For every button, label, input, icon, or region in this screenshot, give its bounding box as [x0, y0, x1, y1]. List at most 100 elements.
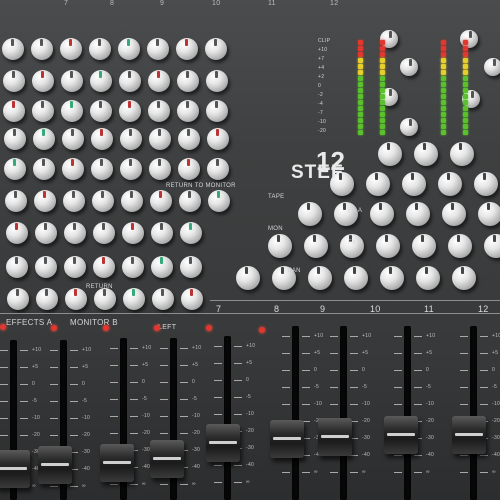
rotary-knob[interactable] [60, 38, 82, 60]
rotary-knob[interactable] [205, 70, 228, 92]
rotary-knob[interactable] [61, 128, 84, 150]
rotary-knob[interactable] [268, 234, 292, 258]
rotary-knob[interactable] [452, 266, 476, 290]
rotary-knob[interactable] [340, 234, 364, 258]
rotary-knob[interactable] [34, 190, 56, 212]
rotary-knob[interactable] [5, 190, 27, 212]
rotary-knob[interactable] [3, 128, 26, 150]
rotary-knob[interactable] [6, 256, 29, 278]
rotary-knob[interactable] [412, 234, 436, 258]
rotary-knob[interactable] [119, 128, 142, 150]
rotary-knob[interactable] [176, 38, 198, 60]
fader-knob[interactable] [38, 446, 72, 484]
rotary-knob[interactable] [93, 256, 116, 278]
rotary-knob[interactable] [236, 266, 260, 290]
fader-knob[interactable] [318, 418, 352, 456]
rotary-knob[interactable] [179, 222, 202, 244]
rotary-knob[interactable] [376, 234, 400, 258]
rotary-knob[interactable] [31, 38, 53, 60]
rotary-knob[interactable] [147, 38, 169, 60]
rotary-knob[interactable] [177, 100, 200, 122]
fader-knob[interactable] [100, 444, 134, 482]
rotary-knob[interactable] [414, 142, 438, 166]
rotary-knob[interactable] [416, 266, 440, 290]
rotary-knob[interactable] [206, 100, 229, 122]
rotary-knob[interactable] [118, 70, 141, 92]
rotary-knob[interactable] [151, 256, 174, 278]
fader-knob[interactable] [0, 450, 30, 488]
rotary-knob[interactable] [63, 222, 86, 244]
rotary-knob[interactable] [150, 222, 173, 244]
rotary-knob[interactable] [406, 202, 430, 226]
rotary-knob[interactable] [400, 118, 418, 136]
rotary-knob[interactable] [4, 158, 27, 180]
rotary-knob[interactable] [177, 128, 200, 150]
rotary-knob[interactable] [61, 100, 84, 122]
rotary-knob[interactable] [400, 58, 418, 76]
rotary-knob[interactable] [484, 58, 500, 76]
rotary-knob[interactable] [92, 222, 115, 244]
rotary-knob[interactable] [438, 172, 462, 196]
rotary-knob[interactable] [5, 222, 28, 244]
rotary-knob[interactable] [34, 222, 57, 244]
rotary-knob[interactable] [91, 158, 114, 180]
rotary-knob[interactable] [334, 202, 358, 226]
rotary-knob[interactable] [35, 288, 58, 310]
rotary-knob[interactable] [298, 202, 322, 226]
rotary-knob[interactable] [63, 190, 85, 212]
rotary-knob[interactable] [370, 202, 394, 226]
rotary-knob[interactable] [119, 100, 142, 122]
rotary-knob[interactable] [64, 256, 87, 278]
rotary-knob[interactable] [380, 266, 404, 290]
rotary-knob[interactable] [89, 38, 111, 60]
rotary-knob[interactable] [484, 234, 500, 258]
rotary-knob[interactable] [366, 172, 390, 196]
rotary-knob[interactable] [151, 288, 174, 310]
rotary-knob[interactable] [62, 158, 85, 180]
rotary-knob[interactable] [31, 70, 54, 92]
rotary-knob[interactable] [33, 158, 56, 180]
rotary-knob[interactable] [64, 288, 87, 310]
fader-knob[interactable] [384, 416, 418, 454]
rotary-knob[interactable] [474, 172, 498, 196]
rotary-knob[interactable] [344, 266, 368, 290]
rotary-knob[interactable] [89, 70, 112, 92]
rotary-knob[interactable] [147, 70, 170, 92]
fader-knob[interactable] [452, 416, 486, 454]
rotary-knob[interactable] [90, 128, 113, 150]
rotary-knob[interactable] [90, 100, 113, 122]
rotary-knob[interactable] [35, 256, 58, 278]
rotary-knob[interactable] [6, 288, 29, 310]
rotary-knob[interactable] [207, 158, 230, 180]
rotary-knob[interactable] [478, 202, 500, 226]
rotary-knob[interactable] [304, 234, 328, 258]
rotary-knob[interactable] [93, 288, 116, 310]
rotary-knob[interactable] [308, 266, 332, 290]
rotary-knob[interactable] [92, 190, 114, 212]
rotary-knob[interactable] [149, 158, 172, 180]
rotary-knob[interactable] [122, 288, 145, 310]
rotary-knob[interactable] [118, 38, 140, 60]
rotary-knob[interactable] [148, 100, 171, 122]
fader-knob[interactable] [270, 420, 304, 458]
rotary-knob[interactable] [3, 100, 26, 122]
rotary-knob[interactable] [402, 172, 426, 196]
fader-knob[interactable] [150, 440, 184, 478]
rotary-knob[interactable] [148, 128, 171, 150]
rotary-knob[interactable] [206, 128, 229, 150]
rotary-knob[interactable] [180, 256, 203, 278]
rotary-knob[interactable] [178, 158, 201, 180]
rotary-knob[interactable] [450, 142, 474, 166]
rotary-knob[interactable] [2, 38, 24, 60]
rotary-knob[interactable] [32, 100, 55, 122]
rotary-knob[interactable] [32, 128, 55, 150]
rotary-knob[interactable] [208, 190, 230, 212]
rotary-knob[interactable] [120, 158, 143, 180]
fader-knob[interactable] [206, 424, 240, 462]
rotary-knob[interactable] [448, 234, 472, 258]
rotary-knob[interactable] [176, 70, 199, 92]
rotary-knob[interactable] [122, 256, 145, 278]
rotary-knob[interactable] [378, 142, 402, 166]
rotary-knob[interactable] [205, 38, 227, 60]
rotary-knob[interactable] [179, 190, 201, 212]
